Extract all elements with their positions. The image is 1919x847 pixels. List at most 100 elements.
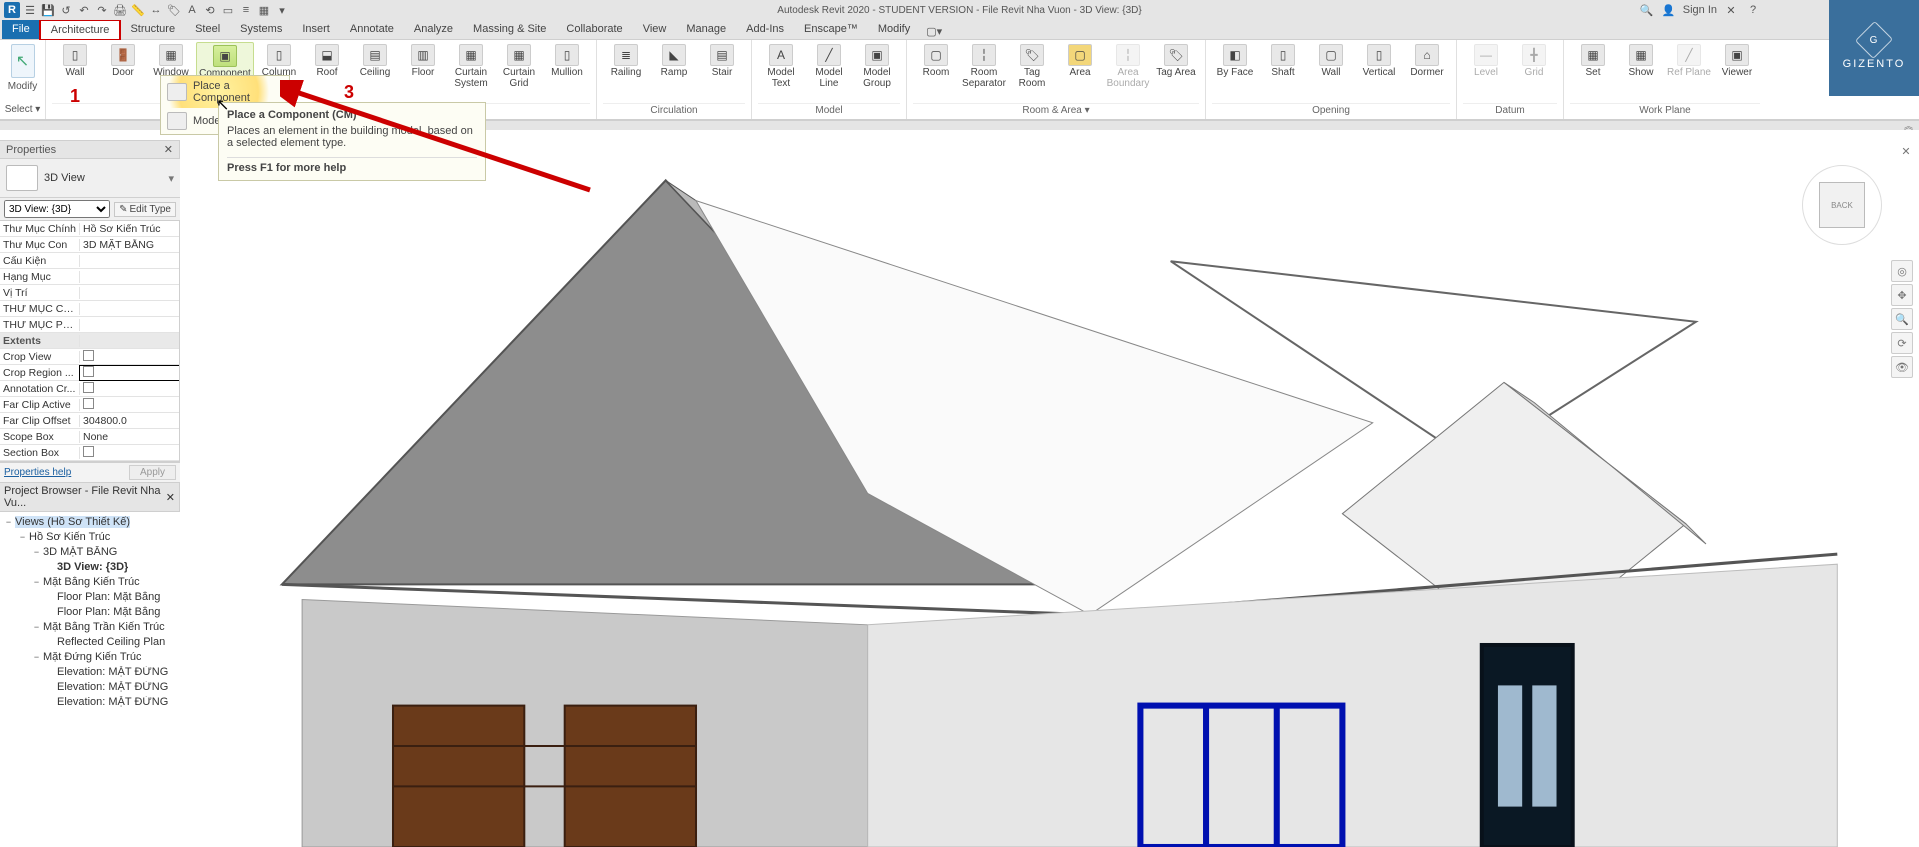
model-line-button[interactable]: ╱Model Line bbox=[806, 42, 852, 91]
type-selector[interactable]: 3D View ▾ bbox=[0, 159, 180, 198]
tab-massing-site[interactable]: Massing & Site bbox=[463, 19, 556, 39]
tab-enscape[interactable]: Enscape™ bbox=[794, 19, 868, 39]
area-boundary-button[interactable]: ╎Area Boundary bbox=[1105, 42, 1151, 91]
orbit-icon[interactable]: ⟳ bbox=[1891, 332, 1913, 354]
tree-item[interactable]: Reflected Ceiling Plan bbox=[0, 634, 180, 649]
tag-area-button[interactable]: 🏷Tag Area bbox=[1153, 42, 1199, 91]
tree-item[interactable]: −Mặt Bằng Trần Kiến Trúc bbox=[0, 619, 180, 634]
tab-modify[interactable]: Modify bbox=[868, 19, 920, 39]
view-cube-face[interactable]: BACK bbox=[1819, 182, 1865, 228]
by-face-button[interactable]: ◧By Face bbox=[1212, 42, 1258, 91]
modify-arrow-icon[interactable]: ↖ bbox=[11, 44, 35, 78]
redo-icon[interactable]: ↷ bbox=[94, 2, 110, 18]
shaft-button[interactable]: ▯Shaft bbox=[1260, 42, 1306, 91]
mullion-button[interactable]: ▯Mullion bbox=[544, 42, 590, 91]
edit-type-button[interactable]: ✎Edit Type bbox=[114, 202, 176, 217]
tree-item[interactable]: −Hồ Sơ Kiến Trúc bbox=[0, 529, 180, 544]
tree-item[interactable]: 3D View: {3D} bbox=[0, 559, 180, 574]
look-icon[interactable]: 👁 bbox=[1891, 356, 1913, 378]
search-icon[interactable]: 🔍 bbox=[1639, 2, 1655, 18]
pan-icon[interactable]: ✥ bbox=[1891, 284, 1913, 306]
door-button[interactable]: 🚪Door bbox=[100, 42, 146, 91]
group-room-area-label[interactable]: Room & Area ▾ bbox=[913, 103, 1199, 117]
model-text-button[interactable]: AModel Text bbox=[758, 42, 804, 91]
model-group-button[interactable]: ▣Model Group bbox=[854, 42, 900, 91]
user-icon[interactable]: 👤 bbox=[1661, 2, 1677, 18]
tab-steel[interactable]: Steel bbox=[185, 19, 230, 39]
revit-logo-icon[interactable]: R bbox=[4, 2, 20, 18]
properties-close-icon[interactable]: ✕ bbox=[164, 143, 173, 156]
grid-button[interactable]: ╋Grid bbox=[1511, 42, 1557, 91]
open-icon[interactable]: ☰ bbox=[22, 2, 38, 18]
project-browser-tree[interactable]: −Views (Hồ Sơ Thiết Kế)−Hồ Sơ Kiến Trúc−… bbox=[0, 512, 180, 847]
view-close-icon[interactable]: ✕ bbox=[1899, 144, 1913, 158]
tab-options-icon[interactable]: ▢▾ bbox=[926, 23, 942, 39]
tree-item[interactable]: −Views (Hồ Sơ Thiết Kế) bbox=[0, 514, 180, 529]
switch-window-icon[interactable]: ▾ bbox=[274, 2, 290, 18]
tab-systems[interactable]: Systems bbox=[230, 19, 292, 39]
level-button[interactable]: ―Level bbox=[1463, 42, 1509, 91]
sign-in-link[interactable]: Sign In bbox=[1683, 4, 1717, 16]
dim-icon[interactable]: ↔ bbox=[148, 2, 164, 18]
vertical-button[interactable]: ▯Vertical bbox=[1356, 42, 1402, 91]
tree-item[interactable]: −Mặt Bằng Kiến Trúc bbox=[0, 574, 180, 589]
dormer-button[interactable]: ⌂Dormer bbox=[1404, 42, 1450, 91]
select-dropdown[interactable]: Select ▾ bbox=[5, 104, 41, 115]
properties-grid[interactable]: Thư Mục ChínhHồ Sơ Kiến TrúcThư Mục Con3… bbox=[0, 220, 180, 462]
wall-opening-button[interactable]: ▢Wall bbox=[1308, 42, 1354, 91]
view-selector[interactable]: 3D View: {3D} bbox=[4, 200, 110, 218]
view-canvas[interactable]: ✕ bbox=[180, 140, 1919, 847]
tab-structure[interactable]: Structure bbox=[120, 19, 185, 39]
tree-item[interactable]: Elevation: MẶT ĐỨNG bbox=[0, 694, 180, 709]
type-chevron-icon[interactable]: ▾ bbox=[168, 172, 174, 185]
viewer-button[interactable]: ▣Viewer bbox=[1714, 42, 1760, 91]
project-browser-title[interactable]: Project Browser - File Revit Nha Vu...✕ bbox=[0, 482, 180, 512]
properties-title[interactable]: Properties✕ bbox=[0, 140, 180, 159]
ref-plane-button[interactable]: ╱Ref Plane bbox=[1666, 42, 1712, 91]
properties-help-link[interactable]: Properties help bbox=[4, 467, 71, 478]
view-cube[interactable]: BACK bbox=[1801, 176, 1887, 246]
tab-collaborate[interactable]: Collaborate bbox=[556, 19, 632, 39]
sync-icon[interactable]: ↺ bbox=[58, 2, 74, 18]
area-button[interactable]: ▢Area bbox=[1057, 42, 1103, 91]
text-icon[interactable]: A bbox=[184, 2, 200, 18]
measure-icon[interactable]: 📏 bbox=[130, 2, 146, 18]
default3d-icon[interactable]: ⟲ bbox=[202, 2, 218, 18]
tab-insert[interactable]: Insert bbox=[292, 19, 340, 39]
tree-item[interactable]: Floor Plan: Mặt Bằng bbox=[0, 604, 180, 619]
close-hidden-icon[interactable]: ▦ bbox=[256, 2, 272, 18]
project-browser-close-icon[interactable]: ✕ bbox=[166, 491, 175, 504]
tab-manage[interactable]: Manage bbox=[676, 19, 736, 39]
tab-analyze[interactable]: Analyze bbox=[404, 19, 463, 39]
curtain-system-button[interactable]: ▦Curtain System bbox=[448, 42, 494, 91]
wall-button[interactable]: ▯Wall bbox=[52, 42, 98, 91]
save-icon[interactable]: 💾 bbox=[40, 2, 56, 18]
apply-button[interactable]: Apply bbox=[129, 465, 176, 480]
undo-icon[interactable]: ↶ bbox=[76, 2, 92, 18]
thin-lines-icon[interactable]: ≡ bbox=[238, 2, 254, 18]
exchange-icon[interactable]: ✕ bbox=[1723, 2, 1739, 18]
tab-annotate[interactable]: Annotate bbox=[340, 19, 404, 39]
help-icon[interactable]: ? bbox=[1745, 2, 1761, 18]
ramp-button[interactable]: ◣Ramp bbox=[651, 42, 697, 91]
zoom-icon[interactable]: 🔍 bbox=[1891, 308, 1913, 330]
tree-item[interactable]: −3D MẶT BẰNG bbox=[0, 544, 180, 559]
tab-architecture[interactable]: Architecture bbox=[40, 20, 121, 40]
tag-room-button[interactable]: 🏷Tag Room bbox=[1009, 42, 1055, 91]
full-nav-wheel-icon[interactable]: ◎ bbox=[1891, 260, 1913, 282]
section-icon[interactable]: ▭ bbox=[220, 2, 236, 18]
tab-addins[interactable]: Add-Ins bbox=[736, 19, 794, 39]
tree-item[interactable]: Elevation: MẶT ĐỨNG bbox=[0, 664, 180, 679]
file-tab[interactable]: File bbox=[2, 19, 40, 39]
show-button[interactable]: ▦Show bbox=[1618, 42, 1664, 91]
curtain-grid-button[interactable]: ▦Curtain Grid bbox=[496, 42, 542, 91]
room-separator-button[interactable]: ╎Room Separator bbox=[961, 42, 1007, 91]
stair-button[interactable]: ▤Stair bbox=[699, 42, 745, 91]
tab-view[interactable]: View bbox=[633, 19, 677, 39]
tree-item[interactable]: Floor Plan: Mặt Bằng bbox=[0, 589, 180, 604]
print-icon[interactable]: 🖨 bbox=[112, 2, 128, 18]
tree-item[interactable]: Elevation: MẶT ĐỨNG bbox=[0, 679, 180, 694]
floor-button[interactable]: ▥Floor bbox=[400, 42, 446, 91]
room-button[interactable]: ▢Room bbox=[913, 42, 959, 91]
ceiling-button[interactable]: ▤Ceiling bbox=[352, 42, 398, 91]
